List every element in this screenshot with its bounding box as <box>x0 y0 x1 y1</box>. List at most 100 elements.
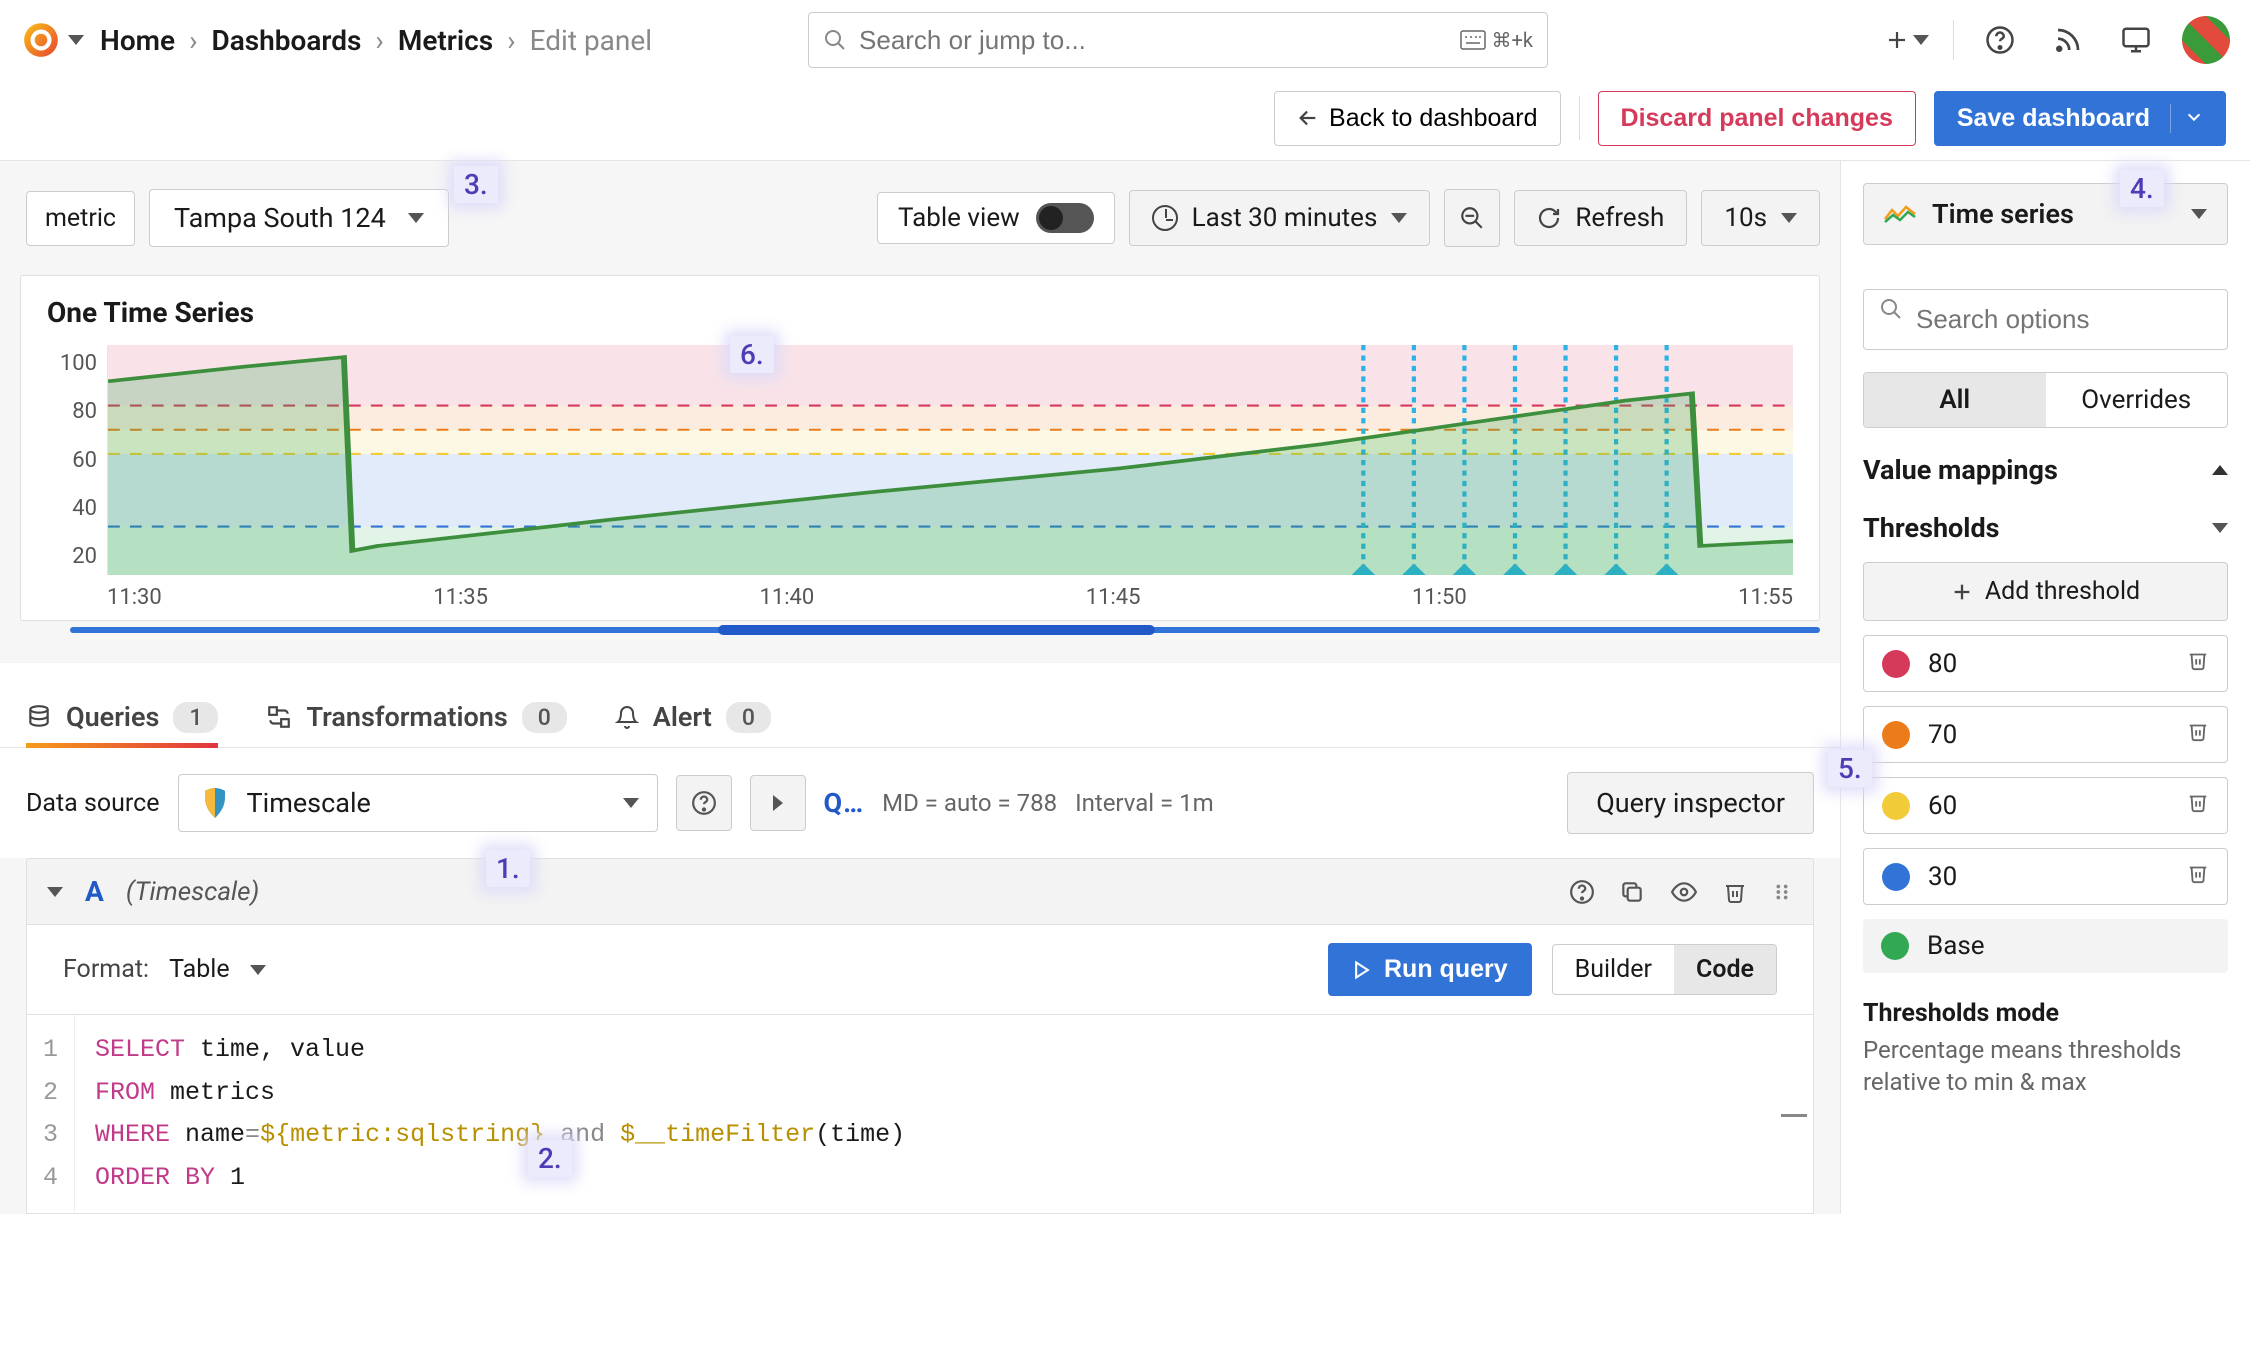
chevron-down-icon[interactable] <box>250 965 266 975</box>
code-content[interactable]: SELECT time, value FROM metrics WHERE na… <box>75 1015 1813 1213</box>
chevron-down-icon <box>2191 209 2207 219</box>
section-thresholds-toggle[interactable]: Thresholds <box>1863 512 2228 544</box>
threshold-value[interactable]: 80 <box>1928 649 1957 679</box>
annotation-4: 4. <box>2120 170 2164 207</box>
threshold-value[interactable]: Base <box>1927 931 1985 961</box>
search-input[interactable] <box>859 25 1448 56</box>
threshold-color-dot[interactable] <box>1882 650 1910 678</box>
builder-tab[interactable]: Builder <box>1553 945 1674 994</box>
trash-icon[interactable] <box>1723 879 1747 905</box>
trash-icon[interactable] <box>2187 648 2209 679</box>
trash-icon[interactable] <box>2187 790 2209 821</box>
options-panel: Time series All Overrides Value mappings… <box>1840 161 2250 1214</box>
main: metric Tampa South 124 Table view Last 3… <box>0 160 2250 1214</box>
segment-overrides[interactable]: Overrides <box>2046 373 2228 427</box>
add-button[interactable] <box>1885 18 1929 62</box>
builder-code-toggle: Builder Code <box>1552 944 1777 995</box>
rss-icon[interactable] <box>2046 18 2090 62</box>
help-icon[interactable] <box>1978 18 2022 62</box>
format-label: Format: <box>63 955 149 984</box>
search-icon <box>823 28 847 52</box>
editor-scrollbar[interactable] <box>1781 1114 1807 1117</box>
panel-toolbar: metric Tampa South 124 Table view Last 3… <box>0 161 1840 275</box>
breadcrumb-metrics[interactable]: Metrics <box>398 24 493 57</box>
section-value-mappings-toggle[interactable]: Value mappings <box>1863 454 2228 486</box>
auto-refresh-select[interactable]: 10s <box>1701 190 1820 246</box>
chevron-down-icon <box>623 798 639 808</box>
collapse-icon[interactable] <box>47 887 63 897</box>
threshold-color-dot[interactable] <box>1882 721 1910 749</box>
chevron-right-icon: › <box>507 24 515 57</box>
expand-options-button[interactable] <box>750 775 806 831</box>
transform-icon <box>266 704 292 730</box>
back-to-dashboard-button[interactable]: Back to dashboard <box>1274 91 1560 146</box>
table-view-toggle[interactable]: Table view <box>877 192 1115 244</box>
variable-select[interactable]: Tampa South 124 <box>149 189 449 247</box>
threshold-value[interactable]: 60 <box>1928 791 1957 821</box>
threshold-color-dot[interactable] <box>1881 932 1909 960</box>
breadcrumb: Home › Dashboards › Metrics › Edit panel <box>100 24 652 57</box>
trash-icon[interactable] <box>2187 719 2209 750</box>
zoom-out-button[interactable] <box>1444 189 1500 247</box>
global-search[interactable]: ⌘+k <box>808 12 1548 68</box>
trash-icon[interactable] <box>2187 861 2209 892</box>
breadcrumb-home[interactable]: Home <box>100 24 175 57</box>
eye-icon[interactable] <box>1669 879 1699 905</box>
actionbar: Back to dashboard Discard panel changes … <box>0 80 2250 160</box>
help-icon[interactable] <box>1569 879 1595 905</box>
discard-button[interactable]: Discard panel changes <box>1598 91 1916 146</box>
chevron-down-icon[interactable] <box>2170 104 2203 133</box>
format-select[interactable]: Table <box>169 955 230 984</box>
threshold-color-dot[interactable] <box>1882 863 1910 891</box>
options-search-input[interactable] <box>1863 289 2228 350</box>
sql-editor[interactable]: 1 2 3 4 SELECT time, value FROM metrics … <box>26 1015 1814 1214</box>
play-icon <box>1352 960 1372 980</box>
threshold-row[interactable]: Base <box>1863 919 2228 973</box>
threshold-row[interactable]: 30 <box>1863 848 2228 905</box>
threshold-row[interactable]: 70 <box>1863 706 2228 763</box>
datasource-help-button[interactable] <box>676 775 732 831</box>
chevron-down-icon[interactable] <box>68 35 84 45</box>
drag-icon[interactable] <box>1771 879 1793 905</box>
add-threshold-button[interactable]: Add threshold <box>1863 562 2228 621</box>
plot-area[interactable] <box>107 345 1793 575</box>
chevron-down-icon <box>1913 35 1929 45</box>
avatar[interactable] <box>2182 16 2230 64</box>
monitor-icon[interactable] <box>2114 18 2158 62</box>
save-dashboard-button[interactable]: Save dashboard <box>1934 91 2226 146</box>
breadcrumb-dashboards[interactable]: Dashboards <box>211 24 361 57</box>
threshold-row[interactable]: 80 <box>1863 635 2228 692</box>
chevron-down-icon <box>2212 523 2228 533</box>
panel-visualization: One Time Series 100 80 60 40 20 11:30 11… <box>20 275 1820 621</box>
threshold-value[interactable]: 70 <box>1928 720 1957 750</box>
query-ds-name: (Timescale) <box>126 877 260 907</box>
copy-icon[interactable] <box>1619 879 1645 905</box>
annotation-6: 6. <box>730 336 774 373</box>
switch[interactable] <box>1036 203 1094 233</box>
datasource-row: Data source Timescale Q… MD = auto = 788… <box>0 748 1840 858</box>
segment-all[interactable]: All <box>1864 373 2046 427</box>
code-tab[interactable]: Code <box>1674 945 1776 994</box>
threshold-value[interactable]: 30 <box>1928 862 1957 892</box>
interval-info: Interval = 1m <box>1075 789 1214 817</box>
threshold-color-dot[interactable] <box>1882 792 1910 820</box>
query-letter[interactable]: A <box>85 875 104 908</box>
time-range-picker[interactable]: Last 30 minutes <box>1129 190 1431 246</box>
run-query-button[interactable]: Run query <box>1328 943 1532 996</box>
tab-alert[interactable]: Alert0 <box>615 701 771 747</box>
refresh-button[interactable]: Refresh <box>1514 190 1687 246</box>
tab-transformations[interactable]: Transformations0 <box>266 701 566 747</box>
visualization-picker[interactable]: Time series <box>1863 183 2228 245</box>
annotation-2: 2. <box>528 1140 572 1177</box>
timescale-icon <box>197 785 233 821</box>
annotation-3: 3. <box>454 166 498 203</box>
query-options-link[interactable]: Q… <box>824 787 865 819</box>
tab-queries[interactable]: Queries1 <box>26 701 218 747</box>
plus-icon <box>1951 581 1973 603</box>
datasource-select[interactable]: Timescale <box>178 774 658 832</box>
threshold-row[interactable]: 60 <box>1863 777 2228 834</box>
query-inspector-button[interactable]: Query inspector <box>1567 772 1814 834</box>
grafana-logo[interactable] <box>20 19 84 61</box>
variable-label: metric <box>26 191 135 246</box>
timeline-scrubber[interactable] <box>70 627 1820 633</box>
